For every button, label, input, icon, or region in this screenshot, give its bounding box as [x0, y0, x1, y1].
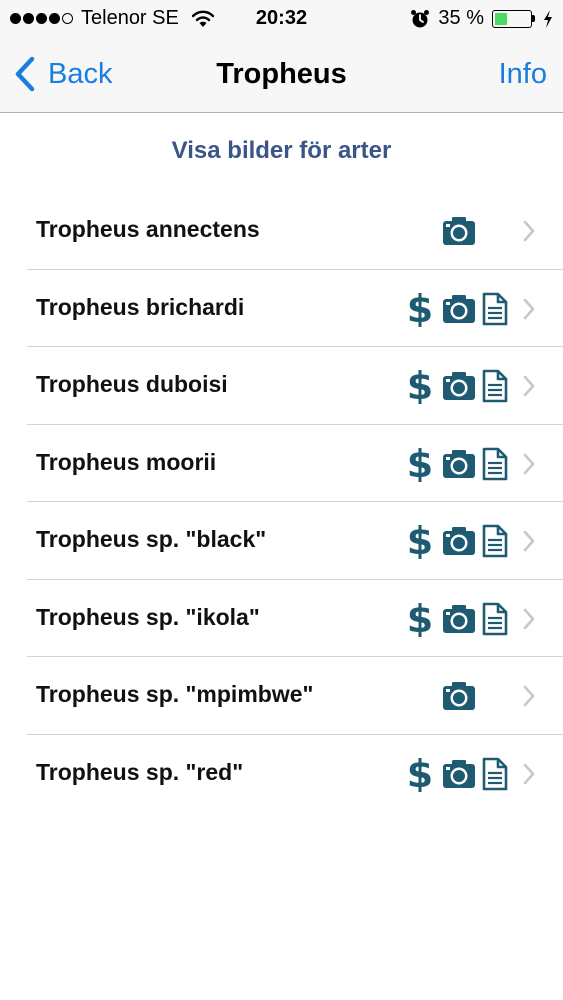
list-item[interactable]: Tropheus annectens	[0, 192, 563, 270]
dollar-icon: $	[407, 291, 433, 327]
signal-dot	[10, 13, 21, 24]
chevron-right-icon	[523, 375, 535, 397]
signal-dot	[62, 13, 73, 24]
battery-percentage: 35 %	[438, 7, 484, 29]
info-button[interactable]: Info	[499, 58, 547, 91]
chevron-right-icon	[523, 763, 535, 784]
document-icon	[482, 292, 508, 325]
svg-text:$: $	[407, 446, 433, 482]
document-icon	[482, 524, 508, 558]
camera-icon	[443, 372, 475, 400]
species-list: Tropheus annectens Tropheus brichardi $ …	[0, 192, 563, 812]
document-icon	[482, 369, 508, 403]
list-item[interactable]: Tropheus sp. "red" $	[0, 735, 563, 813]
species-name: Tropheus sp. "mpimbwe"	[36, 681, 314, 707]
species-name: Tropheus brichardi	[36, 293, 245, 320]
svg-text:$: $	[407, 368, 433, 404]
signal-dot	[36, 13, 47, 24]
svg-text:$: $	[407, 601, 433, 637]
navigation-bar: Back Tropheus Info	[0, 38, 563, 113]
signal-strength-icon	[10, 13, 73, 24]
dollar-icon: $	[407, 523, 433, 559]
species-name: Tropheus duboisi	[36, 371, 228, 397]
dollar-icon: $	[407, 756, 433, 792]
list-item[interactable]: Tropheus sp. "black" $	[0, 502, 563, 580]
dollar-icon: $	[407, 446, 433, 482]
document-icon	[482, 602, 508, 635]
signal-dot	[23, 13, 34, 24]
list-item[interactable]: Tropheus moorii $	[0, 425, 563, 502]
document-icon	[482, 757, 508, 790]
chevron-right-icon	[523, 608, 535, 629]
battery-tip	[532, 15, 535, 22]
camera-icon	[443, 527, 475, 555]
species-name: Tropheus sp. "red"	[36, 758, 244, 785]
chevron-right-icon	[523, 220, 535, 242]
species-name: Tropheus sp. "ikola"	[36, 603, 260, 630]
back-label: Back	[48, 57, 113, 90]
camera-icon	[443, 759, 475, 788]
camera-icon	[443, 217, 475, 245]
wifi-icon	[191, 10, 215, 27]
chevron-right-icon	[523, 685, 535, 707]
svg-text:$: $	[407, 523, 433, 559]
battery-fill	[495, 12, 507, 25]
section-header: Visa bilder för arter	[171, 137, 392, 164]
dollar-icon: $	[407, 601, 433, 637]
camera-icon	[443, 682, 475, 710]
chevron-right-icon	[523, 298, 535, 319]
dollar-icon: $	[407, 368, 433, 404]
document-icon	[482, 447, 508, 480]
status-left: Telenor SE	[10, 7, 215, 30]
camera-icon	[443, 294, 475, 323]
battery-body	[492, 9, 532, 28]
species-name: Tropheus moorii	[36, 448, 217, 475]
list-item[interactable]: Tropheus brichardi $	[0, 270, 563, 347]
svg-text:$: $	[407, 756, 433, 792]
list-item[interactable]: Tropheus sp. "ikola" $	[0, 580, 563, 657]
svg-text:$: $	[407, 291, 433, 327]
species-name: Tropheus annectens	[36, 216, 260, 242]
chevron-left-icon	[15, 56, 35, 92]
charging-bolt-icon	[544, 9, 552, 28]
carrier-name: Telenor SE	[81, 7, 179, 29]
status-bar: Telenor SE 20:32 35 %	[0, 0, 563, 38]
chevron-right-icon	[523, 453, 535, 474]
signal-dot	[49, 13, 60, 24]
species-name: Tropheus sp. "black"	[36, 526, 267, 552]
list-item[interactable]: Tropheus sp. "mpimbwe"	[0, 657, 563, 735]
back-button[interactable]: Back	[14, 56, 112, 92]
chevron-right-icon	[523, 530, 535, 552]
camera-icon	[443, 449, 475, 478]
battery-icon	[492, 9, 535, 28]
status-right: 35 %	[410, 7, 553, 30]
alarm-clock-icon	[411, 9, 430, 27]
camera-icon	[443, 604, 475, 633]
list-item[interactable]: Tropheus duboisi $	[0, 347, 563, 425]
